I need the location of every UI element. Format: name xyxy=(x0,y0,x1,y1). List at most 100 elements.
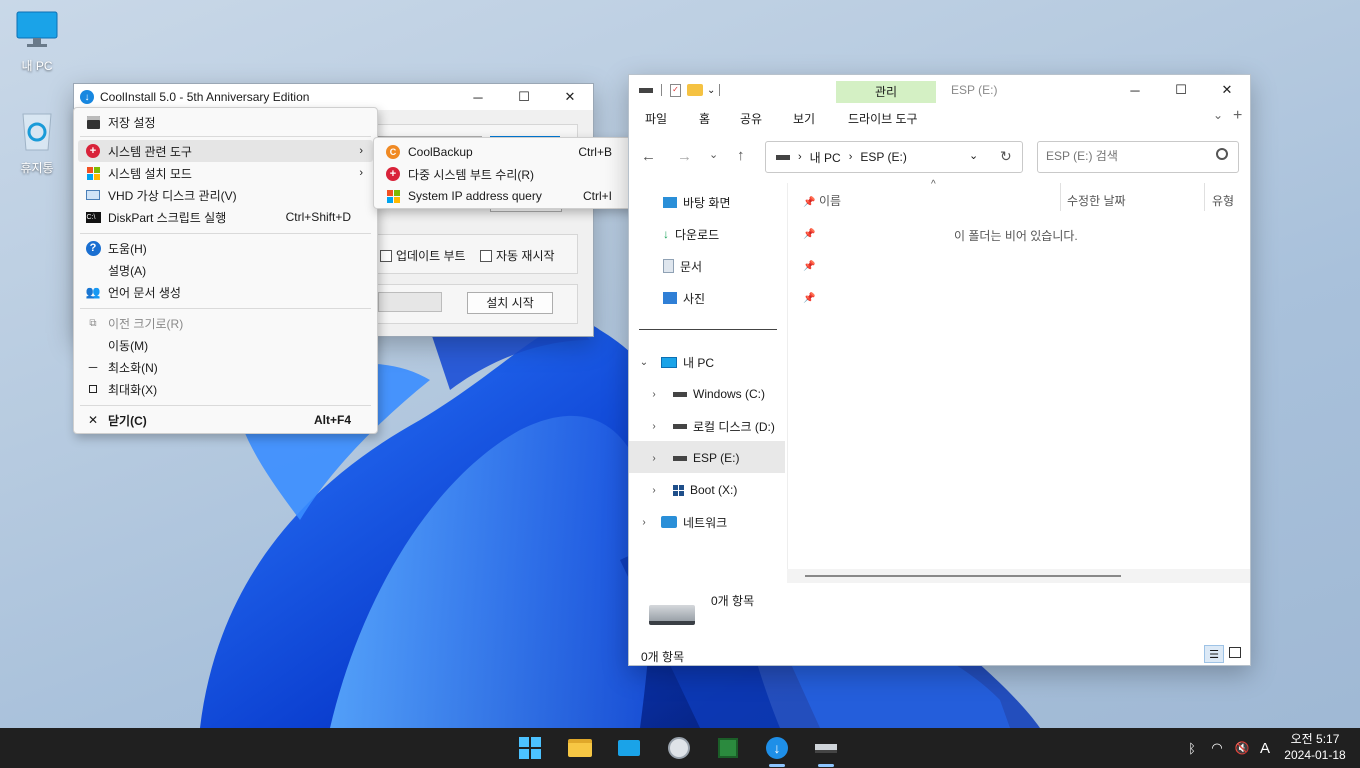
checkbox-box[interactable] xyxy=(480,249,492,262)
submenu-item-boot-repair[interactable]: + 다중 시스템 부트 수리(R) xyxy=(378,163,634,185)
back-arrow-icon[interactable]: ← xyxy=(641,148,656,165)
nav-item-documents[interactable]: 문서 📌 xyxy=(663,255,815,277)
ribbon-tab-drive-tools[interactable]: 드라이브 도구 xyxy=(848,110,918,127)
column-header-type[interactable]: 유형 xyxy=(1212,192,1234,209)
update-boot-checkbox[interactable]: 업데이트 부트 xyxy=(380,247,466,264)
nav-item-drive-e[interactable]: › ESP (E:) xyxy=(649,447,739,469)
close-button[interactable]: ✕ xyxy=(1204,75,1250,105)
maximize-button[interactable]: ☐ xyxy=(501,84,547,110)
explorer-window: ✓ ⌄ 관리 ESP (E:) ─ ☐ ✕ 파일 홈 공유 보기 드라이브 도구… xyxy=(628,74,1251,666)
taskbar-drive-explorer[interactable] xyxy=(806,733,846,767)
properties-icon[interactable]: ✓ xyxy=(670,83,681,97)
forward-arrow-icon[interactable]: → xyxy=(677,148,692,165)
ime-indicator[interactable]: A xyxy=(1254,740,1276,757)
menu-item-close[interactable]: ✕ 닫기(C) Alt+F4 xyxy=(78,409,373,431)
menu-item-vhd[interactable]: VHD 가상 디스크 관리(V) xyxy=(78,184,373,206)
ribbon-tab-view[interactable]: 보기 xyxy=(793,110,815,127)
folder-icon[interactable] xyxy=(687,84,703,96)
taskbar-avatar-app[interactable] xyxy=(659,733,699,763)
checkbox-box[interactable] xyxy=(380,249,392,262)
menu-item-minimize[interactable]: ─ 최소화(N) xyxy=(78,356,373,378)
menu-item-install-mode[interactable]: 시스템 설치 모드 › xyxy=(78,162,373,184)
nav-item-network[interactable]: › 네트워크 xyxy=(639,511,727,533)
refresh-icon[interactable]: ↻ xyxy=(1000,148,1012,165)
chevron-right-icon[interactable]: › xyxy=(849,151,853,163)
close-icon: ✕ xyxy=(87,413,99,427)
menu-item-help[interactable]: ? 도움(H) xyxy=(78,237,373,259)
up-arrow-icon[interactable]: ↑ xyxy=(737,147,745,164)
start-button[interactable] xyxy=(510,733,550,763)
breadcrumb-this-pc[interactable]: 내 PC xyxy=(810,149,841,166)
bluetooth-icon[interactable]: ᛒ xyxy=(1180,741,1204,756)
chevron-down-icon[interactable]: ⌄ xyxy=(709,148,718,161)
search-box[interactable] xyxy=(1037,141,1239,173)
column-header-name[interactable]: 이름 xyxy=(819,192,841,209)
drive-icon xyxy=(815,743,837,753)
taskbar-system-info-app[interactable] xyxy=(708,733,748,763)
menu-item-label: 이동(M) xyxy=(108,338,149,353)
chevron-right-icon[interactable]: › xyxy=(649,421,659,432)
chevron-down-icon[interactable]: ⌄ xyxy=(1213,108,1223,122)
close-button[interactable]: ✕ xyxy=(547,84,593,110)
nav-item-this-pc[interactable]: ⌄ 내 PC xyxy=(639,351,714,373)
submenu-item-coolbackup[interactable]: C CoolBackup Ctrl+B xyxy=(378,141,634,163)
nav-item-drive-c[interactable]: › Windows (C:) xyxy=(649,383,765,405)
menu-item-system-tools[interactable]: + 시스템 관련 도구 › xyxy=(78,140,373,162)
taskbar-coolinstall[interactable]: ↓ xyxy=(757,733,797,767)
taskbar-desktop-app[interactable] xyxy=(609,733,649,763)
chevron-right-icon[interactable]: › xyxy=(649,453,659,464)
nav-item-pictures[interactable]: 사진 📌 xyxy=(663,287,815,309)
file-list[interactable]: ^ 이름 수정한 날짜 유형 이 폴더는 비어 있습니다. xyxy=(787,179,1250,569)
horizontal-scrollbar[interactable] xyxy=(787,569,1250,583)
clock[interactable]: 오전 5:17 2024-01-18 xyxy=(1276,731,1354,763)
auto-restart-checkbox[interactable]: 자동 재시작 xyxy=(480,247,555,264)
menu-item-move[interactable]: 이동(M) xyxy=(78,334,373,356)
menu-item-about[interactable]: 설명(A) xyxy=(78,259,373,281)
address-bar[interactable]: › 내 PC › ESP (E:) ⌄ ↻ xyxy=(765,141,1023,173)
status-item-count: 0개 항목 xyxy=(641,650,685,664)
minimize-icon: ─ xyxy=(88,360,98,374)
menu-item-diskpart[interactable]: C:\ DiskPart 스크립트 실행 Ctrl+Shift+D xyxy=(78,206,373,228)
menu-item-restore[interactable]: ⧉ 이전 크기로(R) xyxy=(78,312,373,334)
tiles-view-icon[interactable] xyxy=(1229,647,1241,658)
desktop-icon-recycle-bin[interactable]: 휴지통 xyxy=(2,108,72,176)
taskbar-file-explorer[interactable] xyxy=(560,733,600,763)
nav-item-drive-x[interactable]: › Boot (X:) xyxy=(649,479,737,501)
nav-item-desktop[interactable]: 바탕 화면 📌 xyxy=(663,191,815,213)
window-title: ESP (E:) xyxy=(951,83,998,97)
search-input[interactable] xyxy=(1046,149,1206,163)
column-header-modified[interactable]: 수정한 날짜 xyxy=(1067,192,1126,209)
start-install-button[interactable]: 설치 시작 xyxy=(467,292,553,314)
scrollbar-thumb[interactable] xyxy=(805,575,1121,577)
context-tab-manage[interactable]: 관리 xyxy=(836,81,936,103)
chevron-down-icon[interactable]: ⌄ xyxy=(639,357,649,368)
breadcrumb-esp[interactable]: ESP (E:) xyxy=(860,150,906,164)
nav-label: Boot (X:) xyxy=(690,483,738,497)
nav-item-drive-d[interactable]: › 로컬 디스크 (D:) xyxy=(649,415,775,437)
ribbon-tab-home[interactable]: 홈 xyxy=(699,110,710,127)
search-icon[interactable] xyxy=(1216,148,1228,160)
desktop-icon-this-pc[interactable]: 내 PC xyxy=(2,10,72,74)
wifi-icon[interactable]: ◠ xyxy=(1204,740,1230,756)
submenu-item-ip-query[interactable]: System IP address query Ctrl+I xyxy=(378,185,634,207)
ribbon-tab-share[interactable]: 공유 xyxy=(740,110,762,127)
maximize-button[interactable]: ☐ xyxy=(1158,75,1204,105)
nav-item-downloads[interactable]: ↓ 다운로드 📌 xyxy=(663,223,815,245)
plus-icon[interactable]: + xyxy=(1233,107,1242,125)
explorer-titlebar[interactable]: ✓ ⌄ 관리 ESP (E:) ─ ☐ ✕ xyxy=(629,75,1250,105)
minimize-button[interactable]: ─ xyxy=(455,84,501,110)
details-view-icon[interactable]: ☰ xyxy=(1204,645,1224,663)
volume-muted-icon[interactable]: 🔇 xyxy=(1230,741,1254,755)
chevron-down-icon[interactable]: ⌄ xyxy=(969,149,978,162)
drive-icon xyxy=(673,423,687,429)
chevron-right-icon[interactable]: › xyxy=(639,517,649,528)
menu-item-save-settings[interactable]: 저장 설정 xyxy=(78,111,373,133)
menu-item-maximize[interactable]: 최대화(X) xyxy=(78,378,373,400)
minimize-button[interactable]: ─ xyxy=(1112,75,1158,105)
ribbon-tab-file[interactable]: 파일 xyxy=(645,110,667,127)
chevron-down-icon[interactable]: ⌄ xyxy=(707,85,715,96)
menu-item-language[interactable]: 👥 언어 문서 생성 xyxy=(78,281,373,303)
chevron-right-icon[interactable]: › xyxy=(649,389,659,400)
chevron-right-icon[interactable]: › xyxy=(798,151,802,163)
chevron-right-icon[interactable]: › xyxy=(649,485,659,496)
